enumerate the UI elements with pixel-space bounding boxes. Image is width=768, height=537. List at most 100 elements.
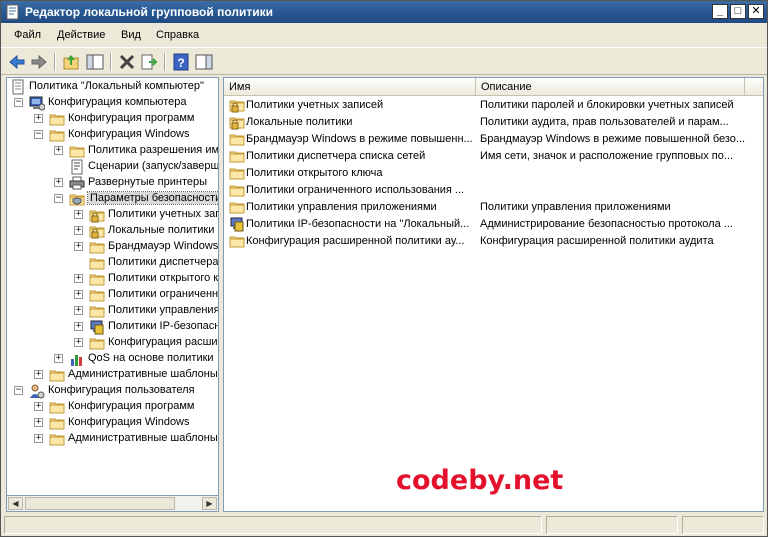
list-item-description: Политики паролей и блокировки учетных за… [480,99,734,111]
list-row[interactable]: Политики IP-безопасности на "Локальный..… [224,216,763,233]
tree-item-label: Политики ограниченного [108,288,219,300]
toolbar-separator [54,53,56,71]
list-row[interactable]: Политики диспетчера списка сетей Имя сети… [224,148,763,165]
console-tree[interactable]: Политика "Локальный компьютер" − Конфигура… [6,77,219,512]
back-arrow-icon [9,54,25,70]
expand-button[interactable]: + [34,418,43,427]
tree-item-label: Политики управления [108,304,219,316]
tree-item-label: Политика разрешения имен [88,144,219,156]
lock-folder-icon [89,207,105,223]
delete-button[interactable] [117,52,137,72]
export-list-button[interactable] [139,52,159,72]
tree-item-label: Политики IP-безопасности [108,320,219,332]
list-row[interactable]: Локальные политики Политики аудита, прав … [224,114,763,131]
folder-icon [229,233,245,249]
ipsec-icon [89,319,105,335]
details-list[interactable]: Имя Описание Политики учетных записей Пол… [223,77,764,512]
menu-help[interactable]: Справка [156,29,199,41]
folder-icon [229,148,245,164]
expand-button[interactable]: + [54,178,63,187]
close-button[interactable]: ✕ [748,4,764,19]
tree-item-label: Конфигурация Windows [68,416,190,428]
folder-icon [89,239,105,255]
tree-item-label: Параметры безопасности [86,191,218,205]
list-item-description: Администрирование безопасностью протокол… [480,218,733,230]
window-title: Редактор локальной групповой политики [25,5,273,19]
list-row[interactable]: Политики учетных записей Политики паролей… [224,97,763,114]
column-header-description[interactable]: Описание [476,78,745,96]
menu-bar: Файл Действие Вид Справка [1,23,767,47]
gpedit-app-icon [6,4,19,20]
menu-view[interactable]: Вид [121,29,141,41]
folder-icon [49,399,65,415]
expand-button[interactable]: + [54,146,63,155]
console-tree-icon [86,54,104,70]
show-action-pane-button[interactable] [194,52,214,72]
export-icon [141,54,158,70]
expand-button[interactable]: + [54,354,63,363]
folder-icon [89,335,105,351]
folder-icon [89,287,105,303]
expand-button[interactable]: + [34,114,43,123]
folder-icon [49,431,65,447]
collapse-button[interactable]: − [14,386,23,395]
tree-item-label: QoS на основе политики [88,352,214,364]
expand-button[interactable]: + [34,434,43,443]
maximize-button[interactable]: □ [730,4,746,19]
expand-button[interactable]: + [74,242,83,251]
collapse-button[interactable]: − [14,98,23,107]
scroll-thumb[interactable] [25,497,175,510]
column-header-name[interactable]: Имя [224,78,476,96]
lock-folder-icon [89,223,105,239]
up-level-button[interactable] [61,52,81,72]
tree-item-label: Административные шаблоны [68,368,218,380]
list-row[interactable]: Политики управления приложениями Политики… [224,199,763,216]
script-icon [69,159,85,175]
tree-item-label: Конфигурация компьютера [48,96,187,108]
folder-up-icon [63,55,79,70]
list-row[interactable]: Политики ограниченного использования ... [224,182,763,199]
security-folder-icon [69,191,85,207]
tree-item-label: Политики открытого ключа [108,272,219,284]
user-icon [29,383,45,399]
expand-button[interactable]: + [74,226,83,235]
forward-button[interactable] [29,52,49,72]
show-hide-tree-button[interactable] [85,52,105,72]
status-cell [546,516,678,534]
collapse-button[interactable]: − [34,130,43,139]
tree-item-label: Конфигурация расширенной [108,336,218,348]
toolbar-separator [110,53,112,71]
scroll-right-button[interactable]: ▶ [202,497,217,510]
folder-icon [49,111,65,127]
back-button[interactable] [7,52,27,72]
menu-file[interactable]: Файл [14,29,41,41]
menu-action[interactable]: Действие [57,29,105,41]
expand-button[interactable]: + [74,306,83,315]
column-header-filler [745,78,763,96]
expand-button[interactable]: + [74,274,83,283]
expand-button[interactable]: + [74,290,83,299]
expand-button[interactable]: + [34,370,43,379]
tree-horizontal-scrollbar[interactable]: ◀ ▶ [6,495,219,512]
expand-button[interactable]: + [74,338,83,347]
expand-button[interactable]: + [34,402,43,411]
tree-item-label: Развернутые принтеры [88,176,208,188]
list-item-description: Политики управления приложениями [480,201,671,213]
tree-item-label: Конфигурация программ [68,112,195,124]
collapse-button[interactable]: − [54,194,63,203]
list-item-name: Брандмауэр Windows в режиме повышенн... [246,133,473,145]
list-row[interactable]: Политики открытого ключа [224,165,763,182]
help-button[interactable]: ? [171,52,191,72]
delete-x-icon [119,54,135,70]
main-window: Редактор локальной групповой политики _ … [0,0,768,537]
scroll-left-button[interactable]: ◀ [8,497,23,510]
list-row[interactable]: Брандмауэр Windows в режиме повышенн... Б… [224,131,763,148]
minimize-button[interactable]: _ [712,4,728,19]
expand-button[interactable]: + [74,322,83,331]
tree-item-label: Конфигурация Windows [68,128,190,140]
chart-icon [69,351,85,367]
list-row[interactable]: Конфигурация расширенной политики ау... К… [224,233,763,250]
folder-icon [89,255,105,271]
expand-button[interactable]: + [74,210,83,219]
folder-icon [229,182,245,198]
